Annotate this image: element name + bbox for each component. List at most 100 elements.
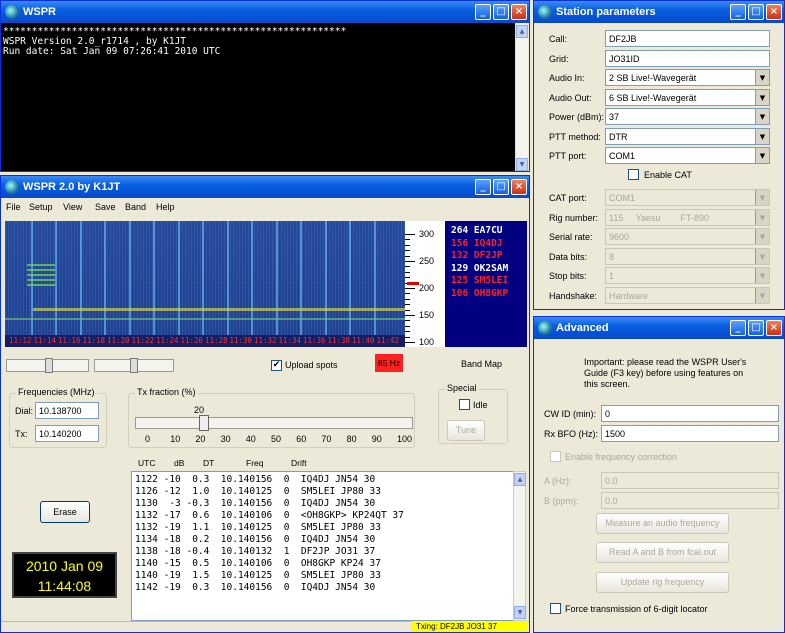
param-field[interactable]: 8 ▼ [605, 247, 770, 265]
param-field[interactable]: 2 SB Live!-Wavegerät ▼ [605, 69, 770, 86]
tx-fraction-thumb[interactable] [199, 415, 209, 431]
close-icon[interactable]: × [511, 4, 527, 20]
param-field[interactable]: DF2JB [605, 30, 770, 47]
console-titlebar[interactable]: o WSPR _ □ × [1, 1, 529, 23]
tx-fraction-slider[interactable] [135, 417, 413, 429]
dropdown-arrow-icon[interactable]: ▼ [755, 190, 769, 205]
dial-frequency-input[interactable]: 10.138700 [35, 402, 99, 419]
close-icon[interactable]: × [766, 320, 782, 336]
force-6-digit-checkbox[interactable] [550, 603, 561, 614]
cw-id-input[interactable]: 0 [601, 405, 779, 422]
param-value: 2 SB Live!-Wavegerät [609, 73, 697, 83]
close-icon[interactable]: × [511, 179, 527, 195]
param-field[interactable]: 1 ▼ [605, 267, 770, 284]
minimize-icon[interactable]: _ [730, 4, 746, 20]
menu-save[interactable]: Save [95, 202, 116, 212]
maximize-icon[interactable]: □ [493, 4, 509, 20]
enable-cat-checkbox[interactable] [628, 169, 639, 180]
spot-row[interactable]: 1140 -15 0.5 10.140106 0 OH8GKP KP24 37 [135, 558, 510, 570]
dropdown-arrow-icon[interactable]: ▼ [755, 287, 769, 303]
b-ppm-input[interactable]: 0.0 [601, 492, 779, 509]
enable-cat-label: Enable CAT [644, 170, 692, 180]
dropdown-arrow-icon[interactable]: ▼ [755, 248, 769, 264]
menu-view[interactable]: View [63, 202, 82, 212]
param-field[interactable]: COM1 ▼ [605, 189, 770, 206]
tx-frequency-input[interactable]: 10.140200 [35, 425, 99, 442]
minimize-icon[interactable]: _ [475, 4, 491, 20]
maximize-icon[interactable]: □ [493, 179, 509, 195]
upload-spots-checkbox[interactable]: ✔ [271, 360, 282, 371]
dropdown-arrow-icon[interactable]: ▼ [755, 148, 769, 163]
dropdown-arrow-icon[interactable]: ▼ [755, 268, 769, 283]
advanced-window: o Advanced _ □ × Important: please read t… [533, 316, 785, 633]
callsign-entry[interactable]: 106 OH8GKP [451, 288, 527, 301]
param-field[interactable]: Hardware ▼ [605, 286, 770, 304]
spot-list-scrollbar[interactable]: ▲ ▼ [513, 471, 526, 621]
slider-thumb[interactable] [130, 358, 138, 373]
menu-help[interactable]: Help [156, 202, 175, 212]
a-hz-input[interactable]: 0.0 [601, 472, 779, 489]
brightness-slider[interactable] [6, 358, 89, 373]
menu-band[interactable]: Band [125, 202, 146, 212]
callsign-call: DF2JP [473, 250, 503, 261]
scroll-up-icon[interactable]: ▲ [514, 473, 526, 486]
spot-list[interactable]: 1122 -10 0.3 10.140156 0 IQ4DJ JN54 30 11… [131, 471, 514, 621]
measure-audio-frequency-button[interactable]: Measure an audio frequency [596, 513, 729, 534]
slider-thumb[interactable] [45, 358, 53, 373]
station-titlebar[interactable]: o Station parameters _ □ × [534, 1, 784, 23]
param-field[interactable]: COM1 ▼ [605, 147, 770, 164]
idle-checkbox[interactable] [459, 399, 470, 410]
update-rig-frequency-button[interactable]: Update rig frequency [596, 572, 729, 593]
param-field[interactable]: 37 ▼ [605, 108, 770, 125]
callsign-entry[interactable]: 129 OK2SAM [451, 263, 527, 276]
erase-button[interactable]: Erase [40, 501, 90, 523]
maximize-icon[interactable]: □ [748, 320, 764, 336]
param-field[interactable]: 115 Yaesu FT-890 ▼ [605, 208, 770, 226]
minimize-icon[interactable]: _ [730, 320, 746, 336]
callsign-entry[interactable]: 156 IQ4DJ [451, 238, 527, 251]
maximize-icon[interactable]: □ [748, 4, 764, 20]
spot-row[interactable]: 1138 -18 -0.4 10.140132 1 DF2JP JO31 37 [135, 546, 510, 558]
minimize-icon[interactable]: _ [475, 179, 491, 195]
param-label: Audio In: [549, 73, 585, 83]
spot-row[interactable]: 1122 -10 0.3 10.140156 0 IQ4DJ JN54 30 [135, 474, 510, 486]
dropdown-arrow-icon[interactable]: ▼ [755, 89, 769, 105]
close-icon[interactable]: × [766, 4, 782, 20]
console-output: ****************************************… [1, 23, 515, 171]
scroll-down-icon[interactable]: ▼ [514, 606, 526, 619]
contrast-slider[interactable] [94, 358, 174, 373]
scale-label: 300 [419, 229, 435, 239]
spot-row[interactable]: 1140 -19 1.5 10.140125 0 SM5LEI JP80 33 [135, 570, 510, 582]
param-field[interactable]: 6 SB Live!-Wavegerät ▼ [605, 88, 770, 106]
spot-row[interactable]: 1142 -19 0.3 10.140156 0 IQ4DJ JN54 30 [135, 582, 510, 594]
menu-setup[interactable]: Setup [29, 202, 53, 212]
dropdown-arrow-icon[interactable]: ▼ [755, 109, 769, 124]
spot-row[interactable]: 1132 -17 0.6 10.140106 0 <OH8GKP> KP24QT… [135, 510, 510, 522]
enable-frequency-correction-checkbox[interactable] [550, 451, 561, 462]
scroll-up-icon[interactable]: ▲ [516, 25, 528, 38]
advanced-titlebar[interactable]: o Advanced _ □ × [534, 317, 784, 339]
console-scrollbar[interactable]: ▲ ▼ [515, 23, 528, 171]
spot-row[interactable]: 1126 -12 1.0 10.140125 0 SM5LEI JP80 33 [135, 486, 510, 498]
callsign-entry[interactable]: 264 EA7CU [451, 225, 527, 238]
callsign-entry[interactable]: 132 DF2JP [451, 250, 527, 263]
dropdown-arrow-icon[interactable]: ▼ [755, 70, 769, 85]
param-field[interactable]: JO31ID [605, 49, 770, 67]
main-titlebar[interactable]: o WSPR 2.0 by K1JT _ □ × [1, 176, 529, 198]
spot-row[interactable]: 1134 -18 0.2 10.140156 0 IQ4DJ JN54 30 [135, 534, 510, 546]
spot-row[interactable]: 1132 -19 1.1 10.140125 0 SM5LEI JP80 33 [135, 522, 510, 534]
rx-bfo-input[interactable]: 1500 [601, 425, 779, 442]
callsign-entry[interactable]: 125 SM5LEI [451, 275, 527, 288]
dropdown-arrow-icon[interactable]: ▼ [755, 209, 769, 225]
param-field[interactable]: 9600 ▼ [605, 228, 770, 245]
b-ppm-label: B (ppm): [544, 496, 579, 506]
waterfall[interactable]: 11:12 11:14 11:16 11:18 11:20 11:22 11:24 11:26… [5, 221, 405, 347]
read-a-b-button[interactable]: Read A and B from fcal.out [596, 542, 729, 563]
tune-button[interactable]: Tune [447, 420, 485, 441]
dropdown-arrow-icon[interactable]: ▼ [755, 229, 769, 244]
scroll-down-icon[interactable]: ▼ [516, 158, 528, 171]
dropdown-arrow-icon[interactable]: ▼ [755, 128, 769, 144]
spot-row[interactable]: 1130 -3 -0.3 10.140156 0 IQ4DJ JN54 30 [135, 498, 510, 510]
menu-file[interactable]: File [6, 202, 21, 212]
param-field[interactable]: DTR ▼ [605, 127, 770, 145]
